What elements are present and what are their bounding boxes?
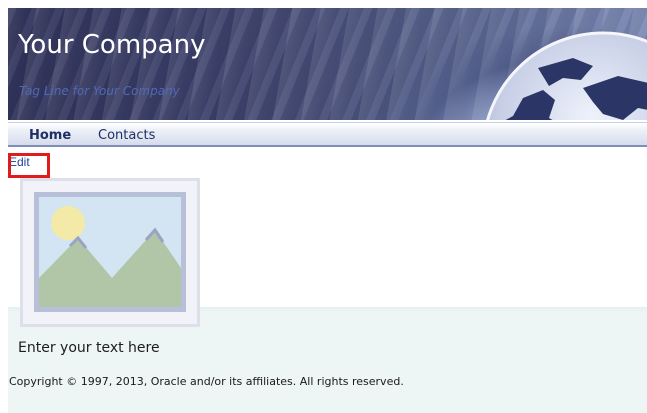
image-placeholder-icon <box>20 178 200 327</box>
company-tagline: Tag Line for Your Company <box>19 84 180 98</box>
nav-bar: Home Contacts <box>8 122 647 147</box>
company-name: Your Company <box>18 30 206 60</box>
tab-home[interactable]: Home <box>29 128 71 143</box>
tab-contacts[interactable]: Contacts <box>98 128 155 143</box>
body-text: Enter your text here <box>18 340 160 356</box>
copyright-text: Copyright © 1997, 2013, Oracle and/or it… <box>9 375 404 388</box>
edit-highlight-box <box>8 153 50 178</box>
header-banner: Your Company Tag Line for Your Company <box>8 8 647 120</box>
globe-icon <box>486 31 647 120</box>
